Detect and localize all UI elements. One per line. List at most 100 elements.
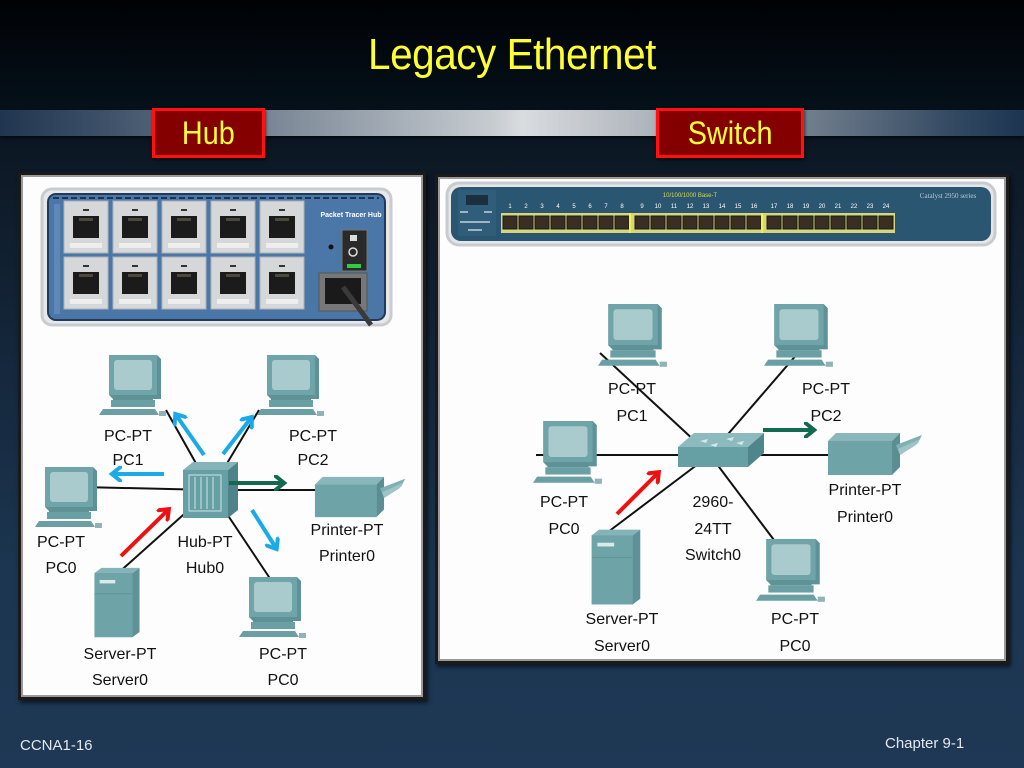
switch-port[interactable] [666, 215, 682, 230]
printer-name-label: Printer0 [319, 548, 375, 565]
switch-port-number: 16 [751, 204, 758, 210]
pc2-name-label: PC2 [810, 408, 841, 425]
switch-port[interactable] [650, 215, 666, 230]
server-icon[interactable] [591, 529, 641, 605]
switch-port[interactable] [814, 215, 830, 230]
switch-port-number: 13 [703, 204, 710, 210]
switch-port[interactable] [766, 215, 782, 230]
hub-brand-label: Packet Tracer Hub [320, 212, 381, 219]
switch-port-number: 15 [735, 204, 742, 210]
hub-port[interactable] [259, 256, 305, 310]
pc0-left-name-label: PC0 [548, 521, 579, 538]
pc0-bottom-icon[interactable] [239, 577, 306, 638]
printer-model-label: Printer-PT [311, 522, 384, 539]
pc0-bottom-name-label: PC0 [779, 638, 810, 655]
hub-port[interactable] [161, 200, 207, 254]
switch-port-number: 10 [655, 204, 662, 210]
hub-model-label: Hub-PT [177, 534, 232, 551]
switch-port[interactable] [730, 215, 746, 230]
switch-port[interactable] [582, 215, 598, 230]
pc0-bottom-icon[interactable] [756, 539, 825, 602]
pc0-bottom-model-label: PC-PT [259, 646, 307, 663]
switch-panel-canvas: 10/100/1000 Base-T Catalyst 2950 series … [445, 181, 997, 655]
hub-port[interactable] [112, 256, 158, 310]
printer-icon[interactable] [828, 433, 922, 475]
server-name-label: Server0 [92, 672, 148, 689]
switch-port[interactable] [798, 215, 814, 230]
switch-port[interactable] [830, 215, 846, 230]
switch-port[interactable] [698, 215, 714, 230]
pc2-model-label: PC-PT [802, 381, 850, 398]
pc2-icon[interactable] [764, 304, 833, 367]
switch-model-line2-label: 24TT [694, 521, 732, 538]
switch-port[interactable] [714, 215, 730, 230]
switch-port-number: 20 [819, 204, 826, 210]
switch-port-number: 18 [787, 204, 794, 210]
power-switch[interactable] [341, 229, 368, 272]
switch-port[interactable] [782, 215, 798, 230]
switch-header-label: 10/100/1000 Base-T [663, 193, 718, 199]
switch-brand-label: Catalyst 2950 series [920, 192, 977, 200]
switch-port-number: 17 [771, 204, 778, 210]
hub-panel-canvas: Packet Tracer Hub PC-PT PC1 PC-PT PC2 PC… [35, 187, 406, 689]
server-icon[interactable] [93, 567, 141, 638]
pc2-icon[interactable] [257, 355, 324, 416]
switch-port-number: 21 [835, 204, 842, 210]
pc1-name-label: PC1 [616, 408, 647, 425]
hub-port[interactable] [112, 200, 158, 254]
switch-port[interactable] [598, 215, 614, 230]
server-model-label: Server-PT [84, 646, 157, 663]
slide-title: Legacy Ethernet [368, 30, 656, 79]
pc1-icon[interactable] [99, 355, 166, 416]
switch-port[interactable] [614, 215, 630, 230]
arrow-server-to-switch [615, 473, 658, 516]
printer-icon[interactable] [314, 476, 406, 518]
pc0-left-name-label: PC0 [45, 560, 76, 577]
switch-port[interactable] [550, 215, 566, 230]
hub-port[interactable] [210, 200, 256, 254]
server-model-label: Server-PT [586, 611, 659, 628]
switch-tag-label: Switch [687, 115, 773, 151]
switch-port-number: 23 [867, 204, 874, 210]
pc0-left-model-label: PC-PT [37, 534, 85, 551]
pc0-left-icon[interactable] [35, 467, 102, 528]
pc1-model-label: PC-PT [608, 381, 656, 398]
footer-course-label: CCNA1-16 [20, 737, 93, 754]
hub-port[interactable] [161, 256, 207, 310]
hub-port[interactable] [63, 256, 109, 310]
switch-port[interactable] [746, 215, 762, 230]
pc2-model-label: PC-PT [289, 428, 337, 445]
hub-port[interactable] [259, 200, 305, 254]
switch-port-number: 19 [803, 204, 810, 210]
switch-port[interactable] [878, 215, 894, 230]
switch-port[interactable] [682, 215, 698, 230]
hub-port[interactable] [210, 256, 256, 310]
hub-icon[interactable] [183, 462, 238, 518]
switch-port-number: 22 [851, 204, 858, 210]
switch-hardware: 10/100/1000 Base-T Catalyst 2950 series … [445, 181, 997, 247]
hub-tag: Hub [152, 108, 265, 158]
switch-port[interactable] [566, 215, 582, 230]
hub-panel: Packet Tracer Hub PC-PT PC1 PC-PT PC2 PC… [18, 172, 426, 700]
hub-led [328, 244, 334, 250]
port-group-divider [761, 213, 763, 233]
pc1-model-label: PC-PT [104, 428, 152, 445]
switch-port[interactable] [502, 215, 518, 230]
hub-hardware: Packet Tracer Hub [40, 187, 393, 327]
switch-port-number: 11 [671, 204, 678, 210]
pc2-name-label: PC2 [297, 452, 328, 469]
switch-port[interactable] [518, 215, 534, 230]
switch-icon[interactable] [678, 433, 764, 467]
switch-port[interactable] [634, 215, 650, 230]
pc0-left-model-label: PC-PT [540, 494, 588, 511]
pc0-bottom-name-label: PC0 [267, 672, 298, 689]
switch-port[interactable] [862, 215, 878, 230]
pc0-left-icon[interactable] [533, 421, 602, 484]
hub-tag-label: Hub [182, 115, 235, 151]
pc1-icon[interactable] [598, 304, 667, 367]
hub-port[interactable] [63, 200, 109, 254]
switch-port[interactable] [534, 215, 550, 230]
footer-chapter-label: Chapter 9-1 [885, 735, 965, 752]
port-group-divider [629, 213, 631, 233]
switch-port[interactable] [846, 215, 862, 230]
